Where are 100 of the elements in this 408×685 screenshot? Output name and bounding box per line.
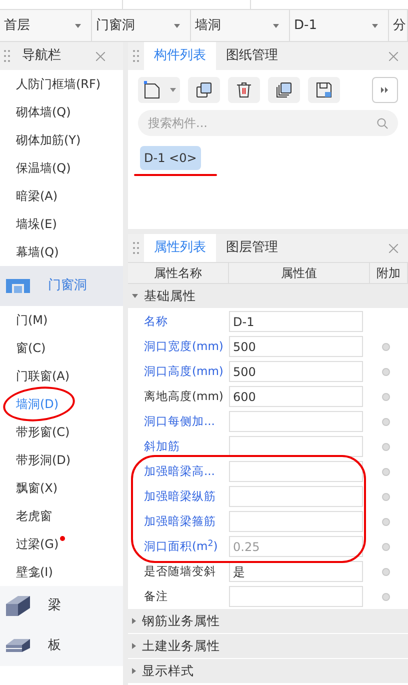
attach-radio[interactable] [382, 342, 390, 350]
attach-radio[interactable] [382, 368, 390, 376]
nav-item[interactable]: 门联窗(A) [16, 367, 70, 385]
attach-radio[interactable] [382, 418, 390, 426]
double-arrow-icon [381, 87, 389, 93]
dropdown[interactable]: 墙洞 [191, 10, 290, 41]
nav-item[interactable]: 飘窗(X) [16, 479, 58, 497]
nav-item[interactable]: 壁龛(I) [16, 563, 53, 581]
property-value-field[interactable]: D-1 [229, 311, 363, 332]
tab[interactable]: 属性列表 [144, 234, 216, 262]
attach-radio[interactable] [382, 442, 390, 450]
save-button[interactable] [308, 77, 340, 103]
caret-icon [273, 24, 279, 28]
property-value-field[interactable]: 是 [229, 561, 363, 582]
attach-radio[interactable] [382, 592, 390, 600]
copy-button[interactable] [188, 77, 220, 103]
property-name[interactable]: 洞口高度(mm) [128, 362, 229, 380]
caret-icon[interactable] [170, 88, 176, 92]
drag-handle-icon[interactable] [4, 50, 10, 62]
dropdown[interactable]: 首层 [0, 10, 92, 41]
group-header[interactable]: 钢筋业务属性 [128, 609, 408, 634]
close-icon[interactable] [389, 244, 398, 252]
property-value-field[interactable]: 500 [229, 361, 363, 382]
collapsed-caret-icon [132, 668, 136, 674]
new-button[interactable] [138, 77, 180, 103]
nav-category[interactable]: 板 [0, 626, 123, 666]
nav-item[interactable]: 砌体墙(Q) [16, 103, 71, 121]
drag-handle-icon[interactable] [133, 242, 139, 254]
property-value-field[interactable] [229, 461, 363, 482]
drag-handle-icon[interactable] [133, 50, 139, 62]
property-name[interactable]: 加强暗梁箍筋 [128, 512, 229, 530]
property-name[interactable]: 加强暗梁高... [128, 462, 229, 480]
nav-item[interactable]: 带形窗(C) [16, 423, 70, 441]
nav-item[interactable]: 砌体加筋(Y) [16, 131, 81, 149]
property-name[interactable]: 名称 [128, 312, 229, 330]
collapsed-caret-icon [132, 618, 136, 624]
nav-item[interactable]: 过梁(G) [16, 535, 59, 553]
stacked-copy-icon [276, 82, 292, 98]
attach-radio[interactable] [382, 492, 390, 500]
attach-radio[interactable] [382, 542, 390, 550]
delete-button[interactable] [228, 77, 260, 103]
property-name[interactable]: 加强暗梁纵筋 [128, 488, 229, 506]
new-file-icon[interactable] [144, 81, 160, 99]
trash-icon [237, 82, 251, 98]
group-header[interactable]: 显示样式 [128, 659, 408, 684]
property-value-field[interactable]: 500 [229, 336, 363, 357]
property-value-field[interactable] [229, 511, 363, 532]
search-icon [377, 118, 388, 129]
nav-item[interactable]: 墙垛(E) [16, 215, 57, 233]
close-icon[interactable] [389, 52, 398, 60]
nav-item[interactable]: 门(M) [16, 311, 48, 329]
layers-button[interactable] [268, 77, 300, 103]
slab-icon [6, 639, 30, 653]
attach-radio[interactable] [382, 468, 390, 476]
property-name: 备注 [143, 588, 169, 605]
panel-title: 导航栏 [22, 47, 61, 66]
floppy-icon [316, 82, 332, 98]
property-name[interactable]: 洞口面积(m$^{2}$) [128, 538, 229, 556]
property-value-field[interactable] [229, 586, 363, 607]
tab[interactable]: 构件列表 [144, 42, 216, 70]
property-name: 离地高度(mm) [143, 388, 224, 405]
caret-icon [75, 24, 81, 28]
more-button[interactable] [372, 77, 398, 103]
door-frame-icon [6, 279, 30, 293]
search-field[interactable]: 搜索构件... [138, 110, 398, 136]
nav-item[interactable]: 老虎窗 [16, 507, 52, 525]
nav-item[interactable]: 幕墙(Q) [16, 243, 59, 261]
tab[interactable]: 图层管理 [216, 234, 288, 262]
dropdown[interactable]: 分 [389, 10, 408, 41]
copy-icon [196, 82, 212, 98]
attach-radio[interactable] [382, 518, 390, 526]
collapsed-caret-icon [132, 643, 136, 649]
group-header[interactable]: 土建业务属性 [128, 634, 408, 659]
property-name[interactable]: 洞口每侧加... [128, 412, 229, 430]
tab[interactable]: 图纸管理 [216, 42, 288, 70]
dropdown[interactable]: D-1 [290, 10, 389, 41]
nav-item[interactable]: 人防门框墙(RF) [16, 75, 101, 93]
attach-radio[interactable] [382, 392, 390, 400]
dropdown[interactable]: 门窗洞 [92, 10, 191, 41]
column-header: 属性值 [229, 263, 370, 283]
property-value-field[interactable] [229, 436, 363, 457]
group-header[interactable]: 基础属性 [128, 284, 408, 309]
attach-radio[interactable] [382, 568, 390, 576]
nav-item[interactable]: 保温墙(Q) [16, 159, 71, 177]
column-header: 属性名称 [128, 263, 229, 283]
nav-item[interactable]: 窗(C) [16, 339, 46, 357]
nav-category[interactable]: 梁 [0, 586, 123, 626]
expanded-caret-icon [132, 294, 138, 298]
column-header: 附加 [370, 263, 408, 283]
property-value-field[interactable]: 600 [229, 386, 363, 407]
component-item[interactable]: D-1 <0> [140, 146, 201, 170]
property-value-field[interactable] [229, 411, 363, 432]
nav-item[interactable]: 墙洞(D) [16, 395, 59, 413]
property-value-field[interactable] [229, 486, 363, 507]
nav-item[interactable]: 带形洞(D) [16, 451, 71, 469]
property-name[interactable]: 洞口宽度(mm) [128, 338, 229, 356]
property-value-field: 0.25 [229, 536, 363, 557]
nav-item[interactable]: 暗梁(A) [16, 187, 58, 205]
property-name[interactable]: 斜加筋 [128, 438, 229, 456]
close-icon[interactable] [96, 52, 105, 60]
